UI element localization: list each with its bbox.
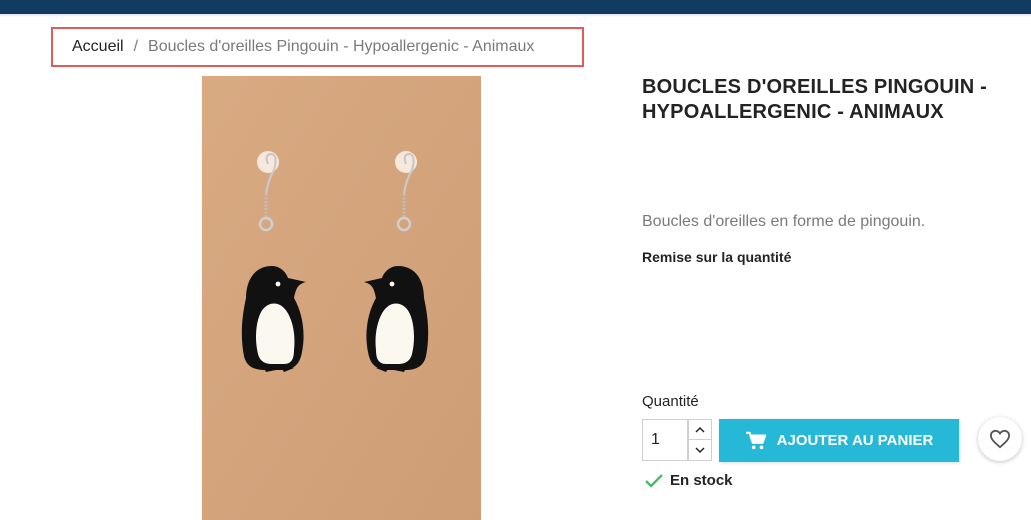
- shopping-cart-icon: [745, 431, 766, 449]
- quantity-discount-label: Remise sur la quantité: [642, 249, 792, 265]
- stock-label: En stock: [670, 472, 733, 489]
- breadcrumb-separator: /: [133, 38, 139, 55]
- penguin-earrings-photo: [202, 76, 481, 520]
- quantity-label: Quantité: [642, 393, 699, 410]
- quantity-decrease-button[interactable]: [688, 440, 712, 461]
- heart-icon: [989, 429, 1011, 449]
- stock-status: En stock: [644, 472, 733, 489]
- quantity-input[interactable]: 1: [642, 419, 688, 461]
- breadcrumb: Accueil / Boucles d'oreilles Pingouin - …: [51, 27, 584, 67]
- quantity-value: 1: [651, 431, 660, 448]
- add-to-cart-label: AJOUTER AU PANIER: [776, 432, 934, 449]
- check-icon: [645, 473, 663, 488]
- wishlist-button[interactable]: [978, 417, 1022, 461]
- add-to-cart-button[interactable]: AJOUTER AU PANIER: [719, 419, 959, 462]
- top-bar: [0, 0, 1031, 14]
- breadcrumb-current: Boucles d'oreilles Pingouin - Hypoallerg…: [148, 38, 535, 55]
- breadcrumb-home-link[interactable]: Accueil: [72, 38, 124, 56]
- quantity-increase-button[interactable]: [688, 419, 712, 440]
- product-title: BOUCLES D'OREILLES PINGOUIN - HYPOALLERG…: [642, 76, 988, 123]
- top-bar-shadow: [0, 14, 1031, 17]
- chevron-down-icon: [695, 446, 705, 453]
- chevron-up-icon: [695, 426, 705, 433]
- product-short-description: Boucles d'oreilles en forme de pingouin.: [642, 213, 926, 230]
- product-image[interactable]: [202, 76, 481, 520]
